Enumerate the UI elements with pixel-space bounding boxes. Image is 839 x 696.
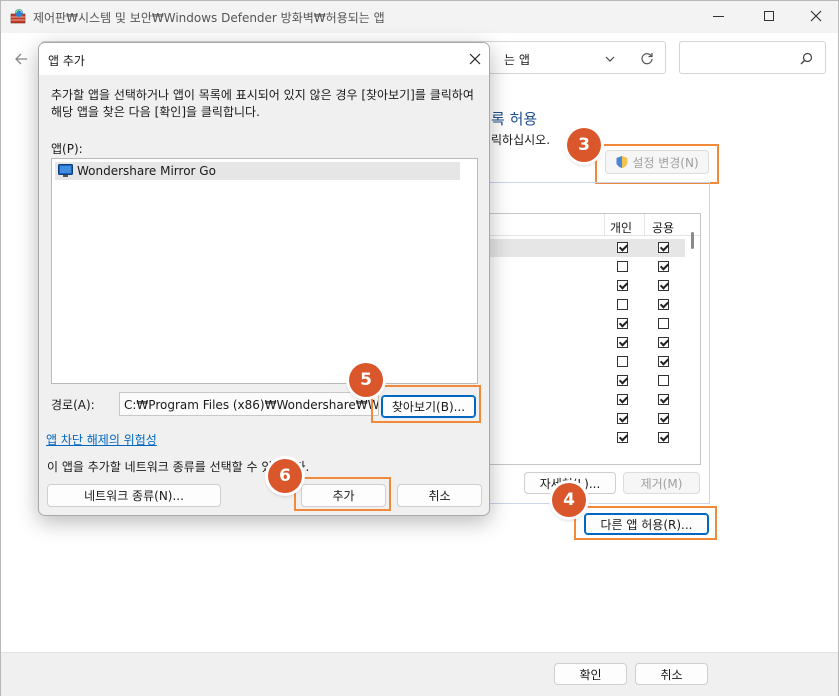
remove-button[interactable]: 제거(M) xyxy=(623,472,700,494)
checkbox-public[interactable] xyxy=(658,413,669,424)
monitor-icon xyxy=(58,164,73,178)
checkbox-private[interactable] xyxy=(617,299,628,310)
checkbox-public[interactable] xyxy=(658,432,669,443)
list-item-selected[interactable]: Wondershare Mirror Go xyxy=(55,162,460,180)
maximize-icon[interactable] xyxy=(764,11,774,21)
minimize-icon[interactable] xyxy=(713,16,724,17)
dialog-title: 앱 추가 xyxy=(48,54,85,68)
network-types-button[interactable]: 네트워크 종류(N)... xyxy=(47,484,221,507)
search-icon xyxy=(800,52,813,65)
checkbox-private[interactable] xyxy=(617,356,628,367)
checkbox-public[interactable] xyxy=(658,299,669,310)
highlight-add xyxy=(294,477,391,511)
apps-list[interactable]: Wondershare Mirror Go xyxy=(51,158,478,384)
checkbox-private[interactable] xyxy=(617,318,628,329)
apps-label: 앱(P): xyxy=(51,142,83,156)
title-bar: 제어판₩시스템 및 보안₩Windows Defender 방화벽₩허용되는 앱 xyxy=(1,1,838,33)
dialog-cancel-label: 취소 xyxy=(428,489,451,503)
risk-link[interactable]: 앱 차단 해제의 위험성 xyxy=(46,431,157,448)
page-heading: 록 허용 xyxy=(491,110,538,128)
path-input[interactable]: C:₩Program Files (x86)₩Wondershare₩Wonde… xyxy=(119,392,379,416)
highlight-browse xyxy=(371,385,481,423)
checkbox-public[interactable] xyxy=(658,318,669,329)
ok-label: 확인 xyxy=(579,667,602,682)
highlight-allow-other xyxy=(574,506,717,540)
highlight-settings xyxy=(595,144,719,184)
checkbox-area xyxy=(480,214,700,464)
checkbox-public[interactable] xyxy=(658,337,669,348)
dialog-title-bar: 앱 추가 xyxy=(39,43,489,75)
checkbox-public[interactable] xyxy=(658,280,669,291)
allowed-apps-list[interactable]: 개인 공용 xyxy=(479,213,701,465)
add-app-dialog: 앱 추가 추가할 앱을 선택하거나 앱이 목록에 표시되어 있지 않은 경우 [… xyxy=(38,42,490,516)
checkbox-private[interactable] xyxy=(617,242,628,253)
step-badge-5: 5 xyxy=(349,363,383,397)
step-badge-3: 3 xyxy=(567,128,601,162)
dialog-close-icon[interactable] xyxy=(469,53,481,65)
footer-bar xyxy=(1,652,838,696)
chevron-down-icon[interactable] xyxy=(604,53,616,63)
step-badge-4: 4 xyxy=(552,483,586,517)
app-icon xyxy=(10,8,26,24)
checkbox-private[interactable] xyxy=(617,280,628,291)
checkbox-public[interactable] xyxy=(658,375,669,386)
cancel-label: 취소 xyxy=(660,667,683,682)
checkbox-private[interactable] xyxy=(617,337,628,348)
breadcrumb-tail: 는 앱 xyxy=(504,53,530,67)
cancel-button[interactable]: 취소 xyxy=(635,663,708,685)
checkbox-private[interactable] xyxy=(617,375,628,386)
refresh-icon[interactable] xyxy=(640,51,654,65)
path-label: 경로(A): xyxy=(51,398,95,412)
checkbox-public[interactable] xyxy=(658,242,669,253)
checkbox-public[interactable] xyxy=(658,356,669,367)
step-badge-6: 6 xyxy=(268,459,302,493)
checkbox-private[interactable] xyxy=(617,432,628,443)
checkbox-private[interactable] xyxy=(617,394,628,405)
scrollbar-thumb[interactable] xyxy=(691,232,694,249)
path-value: C:₩Program Files (x86)₩Wondershare₩Wonde… xyxy=(124,398,379,412)
checkbox-private[interactable] xyxy=(617,413,628,424)
network-types-label: 네트워크 종류(N)... xyxy=(84,489,184,503)
checkbox-public[interactable] xyxy=(658,394,669,405)
checkbox-public[interactable] xyxy=(658,261,669,272)
remove-label: 제거(M) xyxy=(640,476,683,491)
search-box[interactable] xyxy=(679,41,826,74)
ok-button[interactable]: 확인 xyxy=(554,663,627,685)
page-instruction: 릭하십시오. xyxy=(491,133,551,147)
dialog-cancel-button[interactable]: 취소 xyxy=(397,484,482,507)
window-title: 제어판₩시스템 및 보안₩Windows Defender 방화벽₩허용되는 앱 xyxy=(33,11,385,25)
app-name: Wondershare Mirror Go xyxy=(77,164,216,178)
close-icon[interactable] xyxy=(809,9,823,23)
back-arrow-icon[interactable] xyxy=(13,51,29,67)
checkbox-private[interactable] xyxy=(617,261,628,272)
dialog-description: 추가할 앱을 선택하거나 앱이 목록에 표시되어 있지 않은 경우 [찾아보기]… xyxy=(51,88,474,119)
